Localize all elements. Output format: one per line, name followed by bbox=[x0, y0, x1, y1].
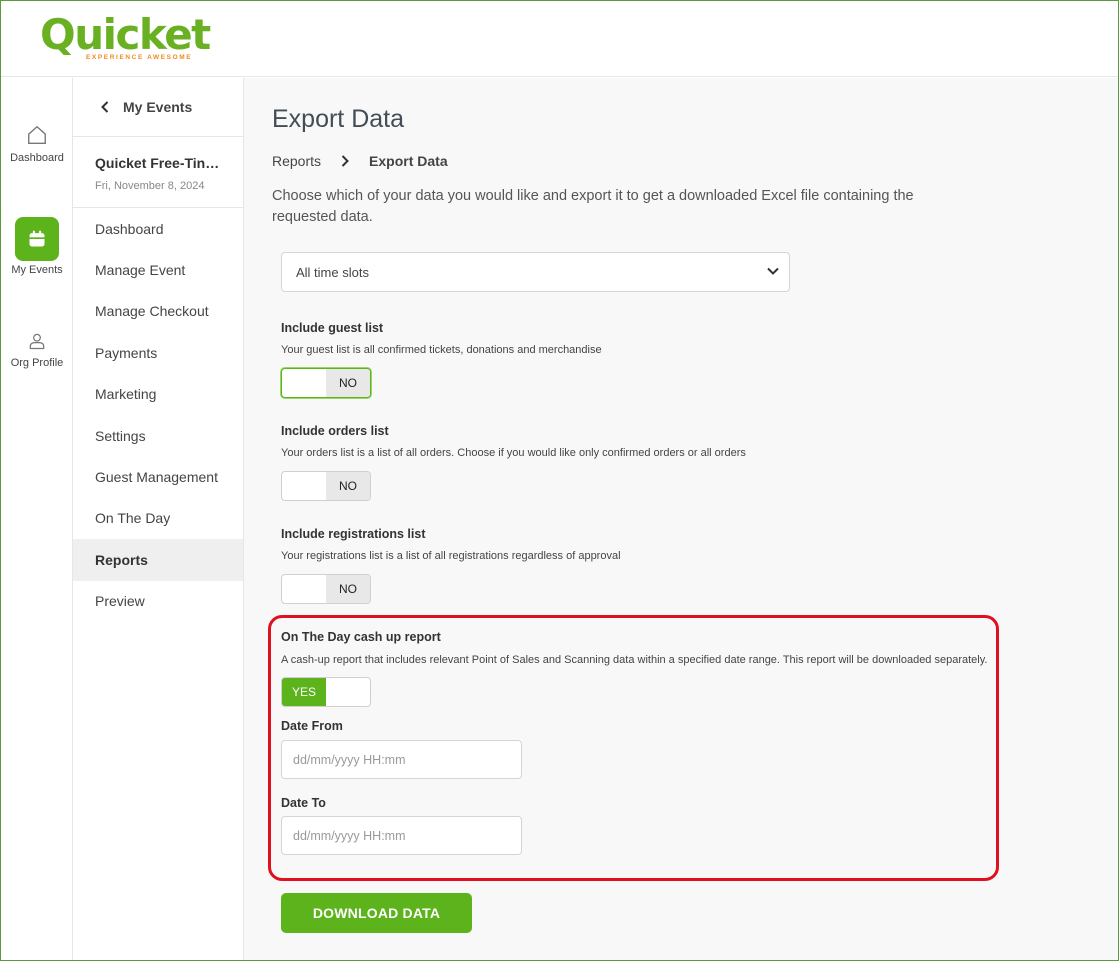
event-name: Quicket Free-Tin… bbox=[95, 155, 220, 171]
event-date: Fri, November 8, 2024 bbox=[95, 180, 205, 192]
main-content: Export Data Reports Export Data Choose w… bbox=[244, 78, 1118, 960]
guest-list-title: Include guest list bbox=[281, 321, 384, 335]
registrations-list-title: Include registrations list bbox=[281, 527, 426, 541]
page-title: Export Data bbox=[272, 105, 405, 133]
chevron-right-icon bbox=[341, 155, 349, 167]
nav-item-payments[interactable]: Payments bbox=[73, 332, 243, 373]
rail-label-org-profile: Org Profile bbox=[10, 357, 64, 369]
nav-item-on-the-day[interactable]: On The Day bbox=[73, 498, 243, 539]
registrations-list-toggle[interactable]: NO bbox=[281, 574, 371, 604]
guest-list-toggle[interactable]: NO bbox=[281, 368, 371, 398]
intro-text: Choose which of your data you would like… bbox=[272, 188, 914, 225]
guest-list-description: Your guest list is all confirmed tickets… bbox=[281, 344, 602, 356]
rail-item-dashboard[interactable]: Dashboard bbox=[1, 124, 73, 164]
toggle-off-blank bbox=[282, 472, 326, 500]
event-sidebar: My Events Quicket Free-Tin… Fri, Novembe… bbox=[73, 78, 244, 960]
registrations-list-description: Your registrations list is a list of all… bbox=[281, 550, 621, 562]
quicket-logo[interactable]: Quicket EXPERIENCE AWESOME bbox=[40, 10, 211, 62]
cash-up-toggle[interactable]: YES bbox=[281, 677, 371, 707]
back-label: My Events bbox=[123, 99, 193, 115]
breadcrumb: Reports Export Data bbox=[272, 153, 448, 169]
download-data-button[interactable]: DOWNLOAD DATA bbox=[281, 893, 472, 933]
toggle-off-blank bbox=[282, 369, 326, 397]
rail-item-org-profile[interactable]: Org Profile bbox=[1, 331, 73, 369]
date-from-input[interactable] bbox=[281, 740, 522, 779]
toggle-state-label: YES bbox=[282, 678, 326, 706]
home-icon bbox=[28, 125, 46, 144]
rail-item-my-events[interactable]: My Events bbox=[1, 217, 73, 276]
nav-item-dashboard[interactable]: Dashboard bbox=[73, 208, 243, 249]
rail-label-my-events: My Events bbox=[11, 264, 63, 276]
logo-tagline: EXPERIENCE AWESOME bbox=[86, 54, 193, 61]
rail-active-box bbox=[15, 217, 59, 261]
toggle-off-blank bbox=[326, 678, 370, 706]
nav-item-manage-checkout[interactable]: Manage Checkout bbox=[73, 291, 243, 332]
chevron-down-icon bbox=[767, 267, 779, 275]
icon-rail: Dashboard My Events Org Profile bbox=[1, 78, 73, 960]
nav-item-manage-event[interactable]: Manage Event bbox=[73, 249, 243, 290]
time-slot-select[interactable]: All time slots bbox=[281, 252, 790, 292]
nav-item-marketing[interactable]: Marketing bbox=[73, 374, 243, 415]
breadcrumb-export-data: Export Data bbox=[369, 153, 448, 169]
nav-item-guest-management[interactable]: Guest Management bbox=[73, 456, 243, 497]
toggle-state-label: NO bbox=[326, 369, 370, 397]
cash-up-title: On The Day cash up report bbox=[281, 630, 441, 644]
event-summary: Quicket Free-Tin… Fri, November 8, 2024 bbox=[73, 137, 243, 208]
date-to-label: Date To bbox=[281, 796, 326, 810]
cash-up-description: A cash-up report that includes relevant … bbox=[281, 654, 988, 666]
chevron-left-icon bbox=[101, 101, 109, 113]
rail-label-dashboard: Dashboard bbox=[10, 152, 64, 164]
orders-list-description: Your orders list is a list of all orders… bbox=[281, 447, 746, 459]
date-to-input[interactable] bbox=[281, 816, 522, 855]
logo-wordmark: Quicket bbox=[40, 10, 211, 59]
user-icon bbox=[29, 333, 45, 350]
orders-list-title: Include orders list bbox=[281, 424, 389, 438]
toggle-off-blank bbox=[282, 575, 326, 603]
app-window: Quicket EXPERIENCE AWESOME Dashboard My … bbox=[0, 0, 1119, 961]
breadcrumb-reports[interactable]: Reports bbox=[272, 153, 321, 169]
orders-list-toggle[interactable]: NO bbox=[281, 471, 371, 501]
event-nav-list: Dashboard Manage Event Manage Checkout P… bbox=[73, 208, 243, 622]
calendar-icon bbox=[29, 230, 45, 247]
date-from-label: Date From bbox=[281, 719, 343, 733]
back-to-my-events[interactable]: My Events bbox=[73, 78, 243, 137]
top-header: Quicket EXPERIENCE AWESOME bbox=[1, 1, 1118, 77]
toggle-state-label: NO bbox=[326, 472, 370, 500]
nav-item-preview[interactable]: Preview bbox=[73, 581, 243, 622]
toggle-state-label: NO bbox=[326, 575, 370, 603]
time-slot-select-value: All time slots bbox=[296, 264, 369, 280]
nav-item-settings[interactable]: Settings bbox=[73, 415, 243, 456]
nav-item-reports[interactable]: Reports bbox=[73, 539, 243, 581]
